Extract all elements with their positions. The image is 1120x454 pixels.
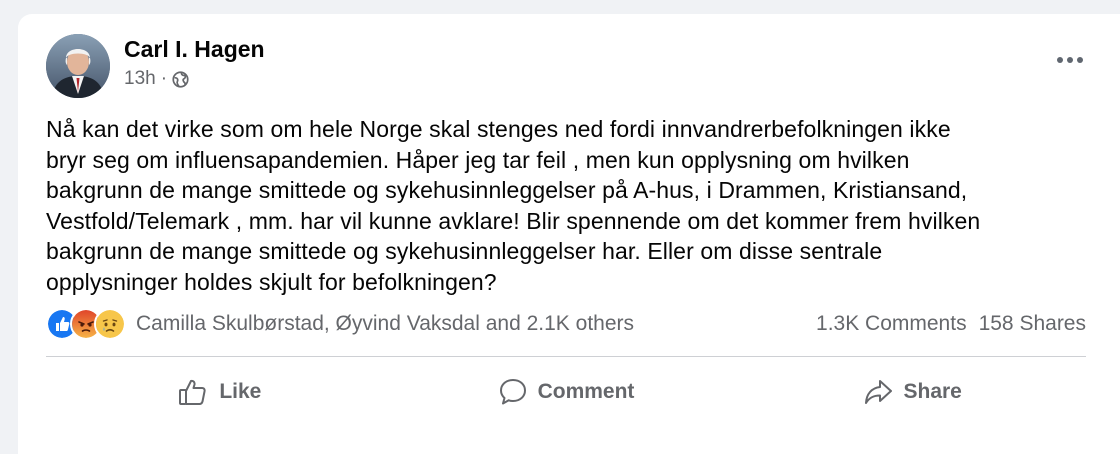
more-options-button[interactable] bbox=[1050, 50, 1090, 70]
reactions-row: Camilla Skulbørstad, Øyvind Vaksdal and … bbox=[46, 308, 1086, 340]
post-text-line: bakgrunn de mange smittede og sykehusinn… bbox=[46, 177, 968, 203]
action-bar: Like Comment Share bbox=[46, 366, 1086, 418]
comment-label: Comment bbox=[537, 380, 635, 403]
post-text: Nå kan det virke som om hele Norge skal … bbox=[46, 114, 1086, 297]
post-text-line: bryr seg om influensapandemien. Håper je… bbox=[46, 146, 910, 173]
reaction-icons[interactable] bbox=[46, 308, 126, 340]
post-text-line: opplysninger holdes skjult for befolknin… bbox=[46, 268, 497, 295]
engagement-counts: 1.3K Comments 158 Shares bbox=[816, 312, 1086, 336]
post-text-line: bakgrunn de mange smittede og sykehusinn… bbox=[46, 238, 883, 264]
comment-button[interactable]: Comment bbox=[393, 366, 740, 418]
comment-icon bbox=[499, 379, 526, 405]
post-card: Carl I. Hagen 13h · Nå kan det virke som… bbox=[18, 14, 1120, 454]
like-label: Like bbox=[219, 380, 262, 403]
post-text-line: Nå kan det virke som om hele Norge skal … bbox=[46, 116, 951, 142]
avatar[interactable] bbox=[46, 34, 110, 98]
divider bbox=[46, 356, 1086, 357]
share-label: Share bbox=[903, 380, 962, 403]
share-icon bbox=[865, 380, 893, 404]
globe-icon[interactable] bbox=[172, 70, 189, 88]
like-button[interactable]: Like bbox=[46, 366, 393, 418]
more-dot-icon bbox=[1067, 57, 1073, 63]
more-dot-icon bbox=[1057, 57, 1063, 63]
author-name[interactable]: Carl I. Hagen bbox=[124, 36, 265, 63]
meta-separator: · bbox=[160, 68, 168, 89]
post-text-line: Vestfold/Telemark , mm. har vil kunne av… bbox=[46, 207, 981, 234]
post-meta: 13h · bbox=[124, 68, 189, 90]
share-button[interactable]: Share bbox=[739, 366, 1086, 418]
shares-count[interactable]: 158 Shares bbox=[979, 312, 1086, 336]
thumbs-up-icon bbox=[179, 379, 206, 405]
sad-reaction-icon bbox=[94, 308, 126, 340]
post-timestamp[interactable]: 13h bbox=[124, 68, 156, 90]
more-dot-icon bbox=[1077, 57, 1083, 63]
reaction-summary[interactable]: Camilla Skulbørstad, Øyvind Vaksdal and … bbox=[136, 312, 634, 336]
comments-count[interactable]: 1.3K Comments bbox=[816, 312, 967, 336]
